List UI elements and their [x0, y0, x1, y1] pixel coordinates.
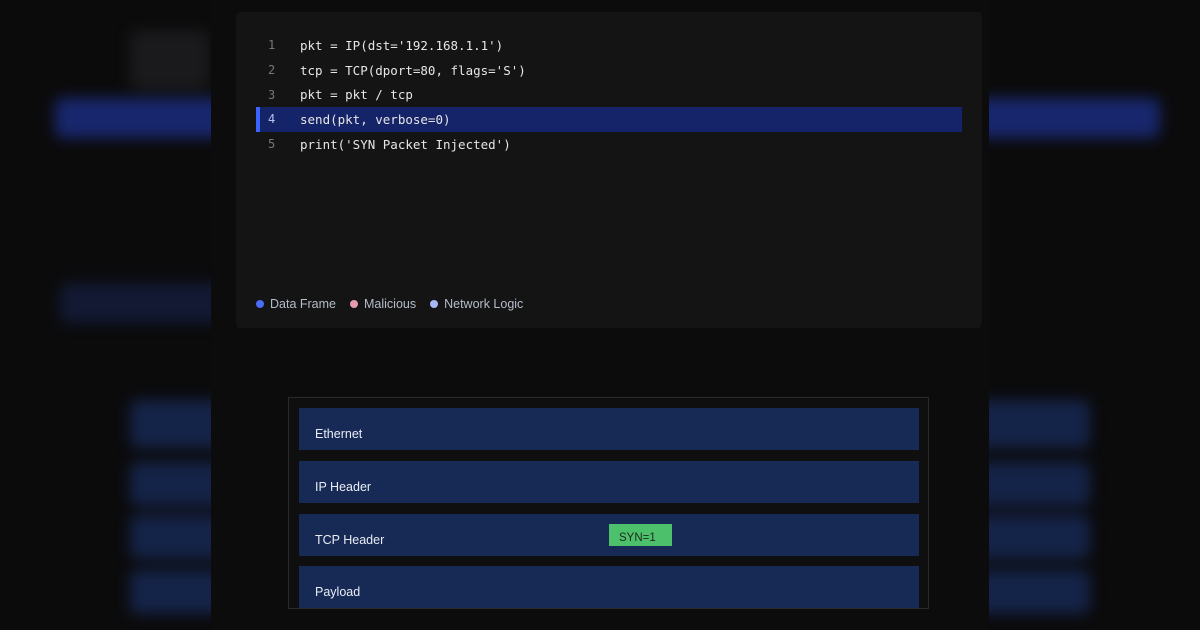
legend-label: Data Frame: [270, 297, 336, 311]
code-text: pkt = IP(dst='192.168.1.1'): [300, 37, 504, 53]
code-editor-panel: 1 pkt = IP(dst='192.168.1.1') 2 tcp = TC…: [236, 12, 982, 328]
layer-tcp-header: TCP Header SYN=1: [299, 514, 919, 556]
code-text: send(pkt, verbose=0): [300, 111, 451, 127]
line-number: 5: [268, 137, 276, 152]
legend-dot-icon: [430, 300, 439, 308]
layer-ip-header: IP Header: [299, 461, 919, 503]
layer-payload: Payload: [299, 566, 919, 608]
code-text: pkt = pkt / tcp: [300, 87, 413, 103]
line-number: 2: [268, 63, 276, 78]
code-line[interactable]: 5 print('SYN Packet Injected'): [256, 132, 962, 157]
legend-dot-icon: [350, 300, 358, 308]
layer-label: TCP Header: [315, 533, 385, 547]
layer-ethernet: Ethernet: [299, 408, 919, 450]
legend-item-network-logic: Network Logic: [430, 297, 523, 311]
legend-dot-icon: [256, 300, 264, 308]
legend: Data Frame Malicious Network Logic: [256, 297, 523, 311]
legend-label: Malicious: [364, 297, 417, 311]
packet-diagram: Ethernet IP Header TCP Header SYN=1 Payl…: [288, 397, 929, 609]
line-number: 1: [268, 38, 276, 53]
line-number: 3: [268, 87, 276, 102]
code-line[interactable]: 3 pkt = pkt / tcp: [256, 82, 962, 107]
code-line[interactable]: 1 pkt = IP(dst='192.168.1.1'): [256, 33, 962, 58]
syn-flag-badge: SYN=1: [609, 524, 672, 546]
legend-item-data-frame: Data Frame: [256, 297, 336, 311]
layer-label: Payload: [315, 585, 361, 599]
background-shape: [130, 30, 210, 90]
line-number: 4: [268, 112, 276, 127]
legend-label: Network Logic: [444, 297, 524, 311]
legend-item-malicious: Malicious: [350, 297, 416, 311]
layer-label: Ethernet: [315, 427, 363, 441]
code-lines: 1 pkt = IP(dst='192.168.1.1') 2 tcp = TC…: [256, 33, 962, 156]
layer-label: IP Header: [315, 480, 372, 494]
code-text: print('SYN Packet Injected'): [300, 136, 511, 152]
code-line-active[interactable]: 4 send(pkt, verbose=0): [256, 107, 962, 132]
code-line[interactable]: 2 tcp = TCP(dport=80, flags='S'): [256, 58, 962, 83]
code-text: tcp = TCP(dport=80, flags='S'): [300, 62, 526, 78]
slide-canvas: 1 pkt = IP(dst='192.168.1.1') 2 tcp = TC…: [0, 0, 1200, 630]
